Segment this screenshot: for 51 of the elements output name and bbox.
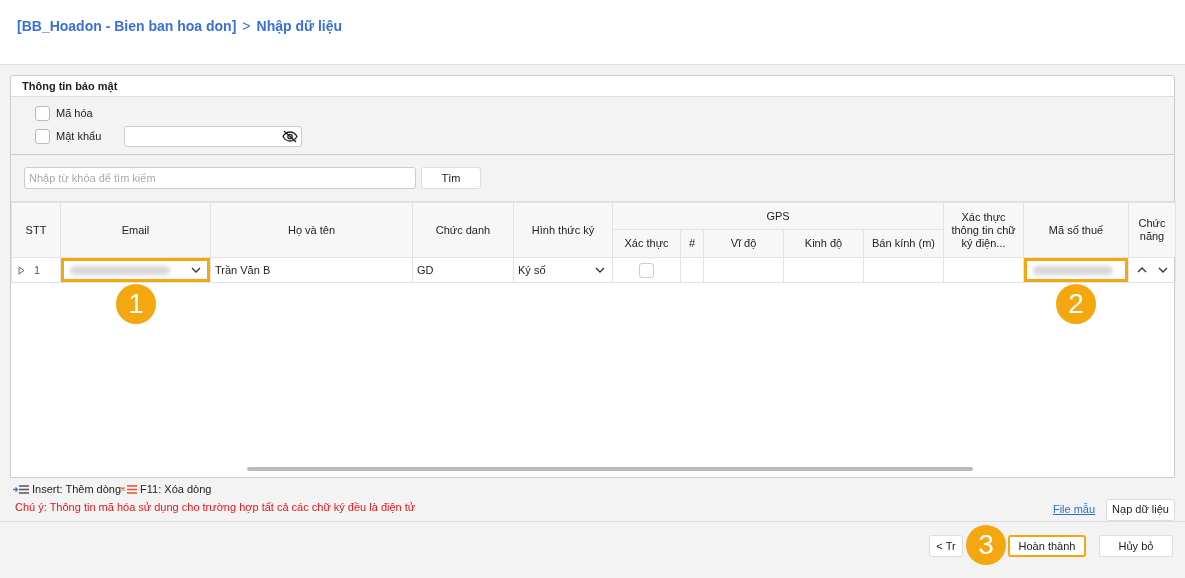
column-header: Email [121,223,150,236]
password-field[interactable] [124,126,302,147]
warning-note: Chú ý: Thông tin mã hóa sử dụng cho trường hợp tất cả các chữ ký đều là điện tử [15,500,416,516]
page-title: Nhập dữ liệu [256,16,343,36]
column-header: Họ và tên [287,223,336,236]
column-header: # [688,237,696,250]
shortcut-hint: F11: Xóa dòng [140,482,212,498]
column-header: Kinh độ [804,237,843,250]
checkbox[interactable] [35,106,50,121]
checkbox-label: Mật khẩu [56,129,103,145]
chevron-up-icon[interactable] [1136,267,1147,273]
email-dropdown[interactable] [61,258,210,282]
table-cell: GD [417,263,434,276]
column-header: Xác thực thông tin chữ ký điện... [951,210,1016,249]
callout-marker: 3 [966,525,1006,565]
search-button[interactable]: Tìm [421,167,481,189]
column-header: Hình thức ký [531,223,595,236]
expand-arrow-icon[interactable] [18,265,25,275]
eye-slash-icon[interactable] [282,130,298,143]
callout-marker: 2 [1056,284,1096,324]
scrollbar[interactable] [247,467,973,471]
row-number: 1 [34,262,41,278]
insert-row-icon [13,485,29,494]
column-group-header: GPS [766,209,790,222]
column-header: Chức danh [435,223,491,236]
table-cell: Trần Văn B [215,263,271,276]
section-title: Thông tin bảo mật [22,78,118,95]
column-header: Bán kính (m) [872,237,935,250]
checkbox[interactable] [35,129,50,144]
sign-method-dropdown[interactable]: Ký số [514,258,612,282]
chevron-down-icon [595,267,605,273]
column-header: Mã số thuế [1048,223,1104,236]
shortcut-hint: Insert: Thêm dòng [32,482,122,498]
search-field[interactable]: Nhập từ khóa để tìm kiếm [24,167,416,189]
breadcrumb-link[interactable]: [BB_Hoadon - Bien ban hoa don] [17,15,237,37]
breadcrumb-separator: > [242,16,251,36]
column-header: Xác thực [624,237,669,250]
checkbox-label: Mã hóa [56,106,94,122]
delete-row-icon [121,485,138,494]
load-data-button[interactable]: Nạp dữ liệu [1106,498,1175,521]
chevron-down-icon [191,267,201,273]
chevron-down-icon[interactable] [1157,267,1168,273]
checkbox[interactable] [639,262,654,278]
footer-button[interactable]: < Tr [929,535,963,558]
footer-button[interactable]: Hoàn thành [1008,535,1086,558]
template-file-link[interactable]: File mẫu [1052,501,1096,518]
callout-marker: 1 [116,284,156,324]
column-header: STT [25,223,47,236]
column-header: Chức năng [1138,217,1166,242]
column-header: Vĩ độ [730,237,757,250]
footer-button[interactable]: Hủy bỏ [1099,535,1173,558]
